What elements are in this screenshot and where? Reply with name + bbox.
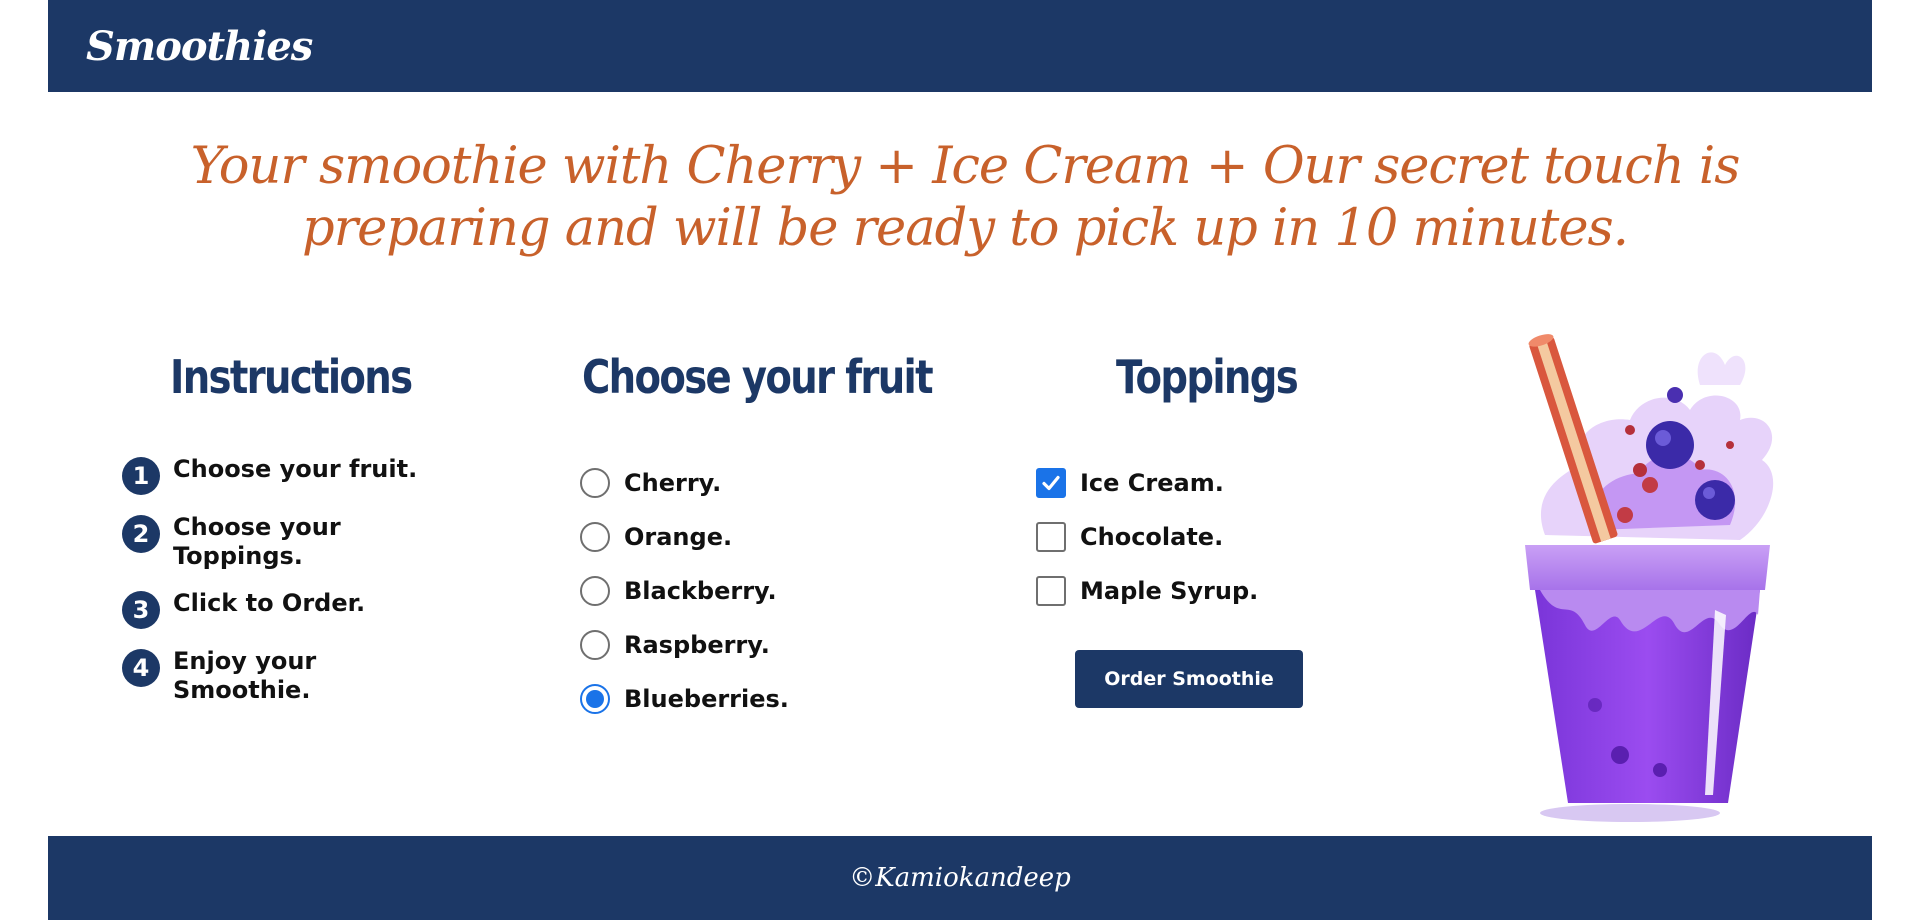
topping-option-ice-cream[interactable]: Ice Cream.	[1036, 456, 1258, 510]
fruit-option-blackberry[interactable]: Blackberry.	[580, 564, 789, 618]
checkbox[interactable]	[1036, 522, 1066, 552]
topping-label[interactable]: Chocolate.	[1080, 523, 1223, 551]
topping-label[interactable]: Maple Syrup.	[1080, 577, 1258, 605]
radio-button[interactable]	[580, 468, 610, 498]
cup-shadow	[1540, 804, 1720, 822]
step-number: 2	[122, 515, 160, 553]
toppings-checkbox-group: Ice Cream. Chocolate. Maple Syrup.	[1036, 456, 1258, 618]
splash-droplet	[1697, 352, 1746, 385]
fruit-label[interactable]: Blueberries.	[624, 685, 789, 713]
order-smoothie-button[interactable]: Order Smoothie	[1075, 650, 1303, 708]
fruit-label[interactable]: Blackberry.	[624, 577, 777, 605]
instruction-step: 4 Enjoy your Smoothie.	[122, 647, 442, 705]
toppings-heading: Toppings	[1116, 350, 1299, 404]
checkbox[interactable]	[1036, 576, 1066, 606]
site-header: Smoothies	[48, 0, 1872, 92]
step-text: Choose your Toppings.	[173, 513, 341, 570]
instruction-step: 2 Choose your Toppings.	[122, 513, 442, 571]
site-footer: ©Kamiokandeep	[48, 836, 1872, 920]
radio-button[interactable]	[580, 576, 610, 606]
step-number: 3	[122, 591, 160, 629]
smoothie-cup-illustration	[1525, 334, 1774, 822]
instruction-step: 1 Choose your fruit.	[122, 455, 442, 495]
fruit-label[interactable]: Raspberry.	[624, 631, 770, 659]
step-number: 4	[122, 649, 160, 687]
instructions-list: 1 Choose your fruit. 2 Choose your Toppi…	[122, 455, 442, 723]
order-status-message: Your smoothie with Cherry + Ice Cream + …	[190, 137, 1741, 258]
step-text: Choose your fruit.	[173, 455, 418, 483]
step-number: 1	[122, 457, 160, 495]
instructions-heading: Instructions	[170, 350, 413, 404]
topping-option-chocolate[interactable]: Chocolate.	[1036, 510, 1258, 564]
radio-button-selected[interactable]	[580, 684, 610, 714]
brand-logo[interactable]: Smoothies	[86, 23, 313, 70]
fruit-label[interactable]: Orange.	[624, 523, 732, 551]
fruit-radio-group: Cherry. Orange. Blackberry. Raspberry. B…	[580, 456, 789, 726]
step-text: Click to Order.	[173, 589, 366, 617]
fruit-label[interactable]: Cherry.	[624, 469, 721, 497]
step-text: Enjoy your Smoothie.	[173, 647, 317, 704]
cup-rim	[1525, 545, 1770, 590]
fruit-option-orange[interactable]: Orange.	[580, 510, 789, 564]
fruit-option-raspberry[interactable]: Raspberry.	[580, 618, 789, 672]
radio-button[interactable]	[580, 630, 610, 660]
fruit-heading: Choose your fruit	[582, 350, 934, 404]
topping-option-maple-syrup[interactable]: Maple Syrup.	[1036, 564, 1258, 618]
fruit-option-cherry[interactable]: Cherry.	[580, 456, 789, 510]
topping-label[interactable]: Ice Cream.	[1080, 469, 1224, 497]
fruit-option-blueberries[interactable]: Blueberries.	[580, 672, 789, 726]
radio-dot	[586, 690, 604, 708]
copyright-text: ©Kamiokandeep	[849, 863, 1071, 893]
checkbox-checked[interactable]	[1036, 468, 1066, 498]
checkmark-icon	[1042, 475, 1060, 491]
blueberry	[1646, 421, 1694, 469]
instruction-step: 3 Click to Order.	[122, 589, 442, 629]
blueberry	[1695, 480, 1735, 520]
radio-button[interactable]	[580, 522, 610, 552]
